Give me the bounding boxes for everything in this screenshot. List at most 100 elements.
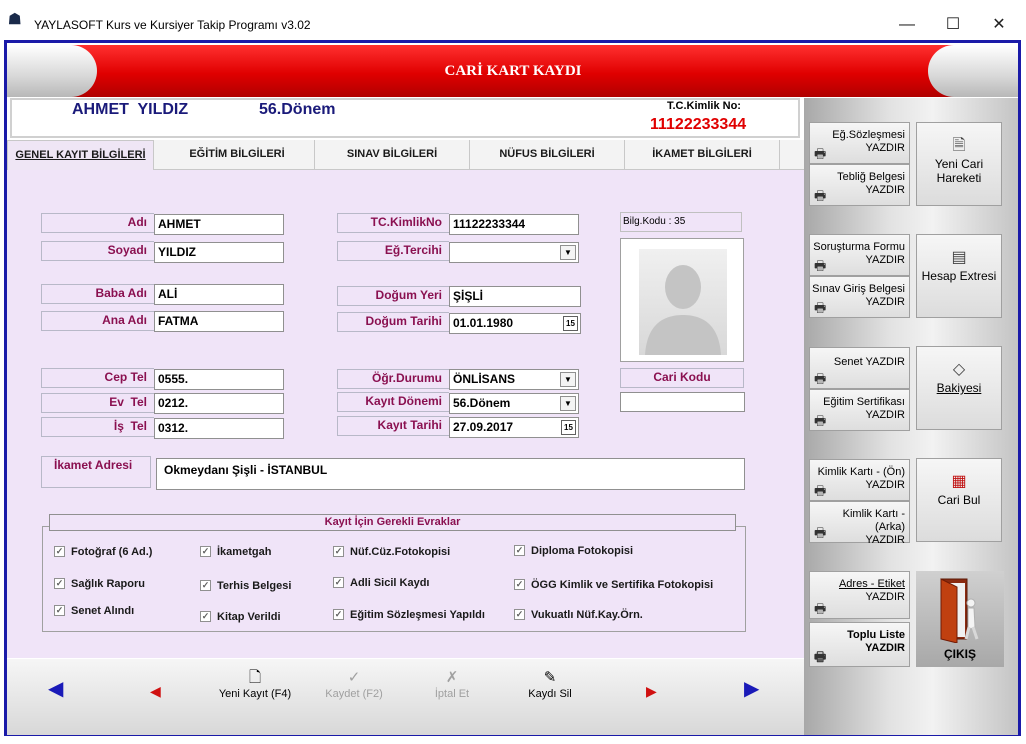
delete-icon: ✎: [543, 669, 557, 686]
print-notice-button[interactable]: Tebliğ Belgesi YAZDIR 🖶: [809, 164, 910, 206]
cancel-button[interactable]: ✗ İptal Et: [402, 668, 502, 700]
student-name: AHMET YILDIZ: [72, 101, 189, 118]
dogum-tarihi-input[interactable]: 01.01.1980 15: [449, 313, 581, 334]
doc-checkbox[interactable]: ✓ Nüf.Cüz.Fotokopisi: [333, 545, 450, 559]
tab-sinav[interactable]: SINAV BİLGİLERİ: [315, 140, 470, 170]
soyadi-input[interactable]: YILDIZ: [154, 242, 284, 263]
dogum-tarihi-value: 01.01.1980: [453, 316, 514, 330]
tab-genel-kayit[interactable]: GENEL KAYIT BİLGİLERİ: [7, 140, 154, 170]
delete-record-button[interactable]: ✎ Kaydı Sil: [500, 668, 600, 700]
print-id-back-button[interactable]: Kimlik Kartı - (Arka) YAZDIR 🖶: [809, 501, 910, 546]
last-record-icon[interactable]: ▶: [744, 679, 759, 699]
tc-label: T.C.Kimlik No:: [667, 100, 741, 112]
tab-nufus[interactable]: NÜFUS BİLGİLERİ: [470, 140, 625, 170]
checkbox-check-icon: ✓: [54, 546, 65, 557]
doc-label: Terhis Belgesi: [217, 580, 292, 592]
kayit-donemi-value: 56.Dönem: [453, 396, 511, 410]
doc-checkbox[interactable]: ✓ Terhis Belgesi: [200, 579, 291, 593]
baba-adi-input[interactable]: ALİ: [154, 284, 284, 305]
doc-label: Sağlık Raporu: [71, 578, 145, 590]
first-record-icon[interactable]: ◀: [48, 679, 63, 699]
maximize-button[interactable]: ☐: [930, 10, 976, 40]
dropdown-arrow-icon[interactable]: ▼: [560, 396, 576, 411]
dropdown-arrow-icon[interactable]: ▼: [560, 372, 576, 387]
print-contract-button[interactable]: Eğ.Sözleşmesi YAZDIR 🖶: [809, 122, 910, 164]
is-tel-input[interactable]: 0312.: [154, 418, 284, 439]
doc-checkbox[interactable]: ✓ ÖGG Kimlik ve Sertifika Fotokopisi: [514, 578, 713, 592]
find-cari-button[interactable]: ▦ Cari Bul: [916, 458, 1002, 542]
kayit-donemi-select[interactable]: 56.Dönem ▼: [449, 393, 579, 414]
print-id-front-button[interactable]: Kimlik Kartı - (Ön) YAZDIR 🖶: [809, 459, 910, 501]
doc-checkbox[interactable]: ✓ Adli Sicil Kaydı: [333, 576, 429, 590]
button-label: Bakiyesi: [936, 381, 982, 395]
dropdown-arrow-icon[interactable]: ▼: [560, 245, 576, 260]
eg-tercihi-select[interactable]: ▼: [449, 242, 579, 263]
tab-ikamet[interactable]: İKAMET BİLGİLERİ: [625, 140, 780, 170]
print-bond-button[interactable]: Senet YAZDIR 🖶: [809, 347, 910, 389]
ana-adi-input[interactable]: FATMA: [154, 311, 284, 332]
checkbox-check-icon: ✓: [514, 579, 525, 590]
printer-icon: 🖶: [814, 525, 827, 540]
next-record-icon[interactable]: ▶: [646, 681, 657, 701]
print-bulk-list-button[interactable]: Toplu Liste YAZDIR 🖶: [809, 622, 910, 667]
printer-icon: 🖶: [814, 300, 827, 315]
new-record-button[interactable]: 🗋 Yeni Kayıt (F4): [205, 668, 305, 700]
checkbox-check-icon: ✓: [200, 580, 211, 591]
tc-value: 11122233344: [650, 116, 747, 133]
cari-kodu-input[interactable]: [620, 392, 745, 412]
ogr-durumu-select[interactable]: ÖNLİSANS ▼: [449, 369, 579, 390]
printer-icon: 🖶: [814, 413, 827, 428]
doc-label: Vukuatlı Nüf.Kay.Örn.: [531, 609, 643, 621]
kayit-tarihi-input[interactable]: 27.09.2017 15: [449, 417, 579, 438]
doc-label: Eğitim Sözleşmesi Yapıldı: [350, 609, 485, 621]
doc-checkbox[interactable]: ✓ Vukuatlı Nüf.Kay.Örn.: [514, 608, 643, 622]
prev-record-icon[interactable]: ◀: [150, 681, 161, 701]
door-exit-icon: [940, 578, 979, 643]
bilg-kodu: Bilg.Kodu : 35: [620, 212, 742, 232]
doc-checkbox[interactable]: ✓ Kitap Verildi: [200, 610, 281, 624]
checkbox-check-icon: ✓: [514, 609, 525, 620]
checkbox-check-icon: ✓: [514, 545, 525, 556]
account-statement-button[interactable]: ▤ Hesap Extresi: [916, 234, 1002, 318]
statement-icon: ▤: [951, 249, 967, 266]
bottom-edge: [0, 736, 1026, 744]
close-button[interactable]: ✕: [976, 10, 1022, 40]
doc-checkbox[interactable]: ✓ Senet Alındı: [54, 604, 134, 618]
tc-kimlik-input[interactable]: 11122233344: [449, 214, 579, 235]
search-list-icon: ▦: [951, 473, 967, 490]
student-photo[interactable]: [620, 238, 744, 362]
app-icon: ☗: [8, 11, 22, 28]
save-button[interactable]: ✓ Kaydet (F2): [304, 668, 404, 700]
doc-label: İkametgah: [217, 546, 272, 558]
adi-label: Adı: [41, 213, 154, 233]
dogum-yeri-input[interactable]: ŞİŞLİ: [449, 286, 581, 307]
print-certificate-button[interactable]: Eğitim Sertifikası YAZDIR 🖶: [809, 389, 910, 431]
doc-checkbox[interactable]: ✓ Diploma Fotokopisi: [514, 544, 633, 558]
print-inquiry-form-button[interactable]: Soruşturma Formu YAZDIR 🖶: [809, 234, 910, 276]
tab-egitim[interactable]: EĞİTİM BİLGİLERİ: [160, 140, 315, 170]
eg-tercihi-label: Eğ.Tercihi: [337, 241, 449, 261]
adi-input[interactable]: AHMET: [154, 214, 284, 235]
balance-button[interactable]: ◇ Bakiyesi: [916, 346, 1002, 430]
calendar-icon[interactable]: 15: [561, 420, 576, 435]
cep-tel-input[interactable]: 0555.: [154, 369, 284, 390]
button-line1: Adres - Etiket: [838, 578, 905, 590]
button-line1: Soruşturma Formu: [813, 241, 905, 253]
print-exam-entry-button[interactable]: Sınav Giriş Belgesi YAZDIR 🖶: [809, 276, 910, 318]
adres-input[interactable]: Okmeydanı Şişli - İSTANBUL: [156, 458, 745, 490]
print-address-label-button[interactable]: Adres - Etiket YAZDIR 🖶: [809, 571, 910, 619]
kayit-donemi-label: Kayıt Dönemi: [337, 392, 449, 412]
printer-icon: 🖶: [814, 371, 827, 386]
ev-tel-input[interactable]: 0212.: [154, 393, 284, 414]
doc-checkbox[interactable]: ✓ Eğitim Sözleşmesi Yapıldı: [333, 608, 485, 622]
doc-checkbox[interactable]: ✓ İkametgah: [200, 545, 271, 559]
doc-label: Nüf.Cüz.Fotokopisi: [350, 546, 451, 558]
minimize-button[interactable]: —: [884, 10, 930, 40]
calendar-icon[interactable]: 15: [563, 316, 578, 331]
checkbox-check-icon: ✓: [333, 609, 344, 620]
new-movement-icon: 🗎: [952, 137, 966, 154]
doc-checkbox[interactable]: ✓ Sağlık Raporu: [54, 577, 145, 591]
new-cari-movement-button[interactable]: 🗎 Yeni Cari Hareketi: [916, 122, 1002, 206]
kayit-tarihi-value: 27.09.2017: [453, 420, 514, 434]
doc-checkbox[interactable]: ✓ Fotoğraf (6 Ad.): [54, 545, 152, 559]
